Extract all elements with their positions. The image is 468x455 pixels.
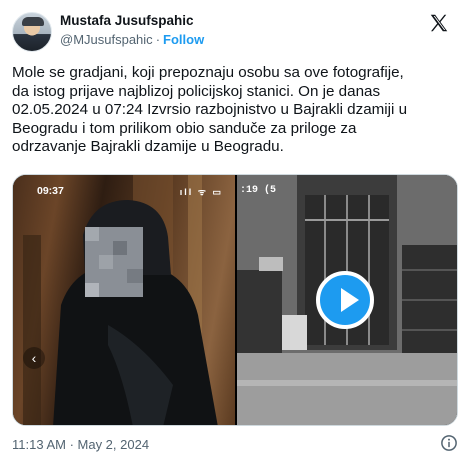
- tweet-text: Mole se gradjani, koji prepoznaju osobu …: [12, 64, 408, 155]
- x-logo-icon[interactable]: [428, 12, 450, 34]
- chevron-left-icon[interactable]: ‹: [23, 347, 45, 369]
- avatar-hat: [22, 17, 44, 26]
- author-handle[interactable]: @MJusufspahic: [60, 32, 153, 47]
- phone-status-icons: ıll ᯤ ▭: [179, 187, 223, 197]
- photo-suspect-illustration: [23, 175, 218, 425]
- phone-status-time: 09:37: [37, 185, 64, 197]
- photo-suspect[interactable]: 09:37 ıll ᯤ ▭ ‹: [13, 175, 235, 425]
- follow-button[interactable]: Follow: [163, 32, 204, 47]
- play-icon[interactable]: [316, 271, 374, 329]
- separator-dot: ·: [155, 32, 161, 47]
- tweet-timestamp[interactable]: 11:13 AM · May 2, 2024: [12, 437, 149, 452]
- camera-timestamp: :19 (5: [240, 185, 277, 196]
- info-icon[interactable]: [440, 434, 458, 452]
- avatar[interactable]: [12, 12, 52, 52]
- tweet-card: Mustafa Jusufspahic @MJusufspahic · Follow…: [0, 0, 468, 455]
- author-line: @MJusufspahic · Follow: [60, 32, 204, 47]
- author-name[interactable]: Mustafa Jusufspahic: [60, 13, 194, 28]
- video-cctv[interactable]: :19 (5: [237, 175, 457, 425]
- media-grid: 09:37 ıll ᯤ ▭ ‹:19 (5: [12, 174, 458, 426]
